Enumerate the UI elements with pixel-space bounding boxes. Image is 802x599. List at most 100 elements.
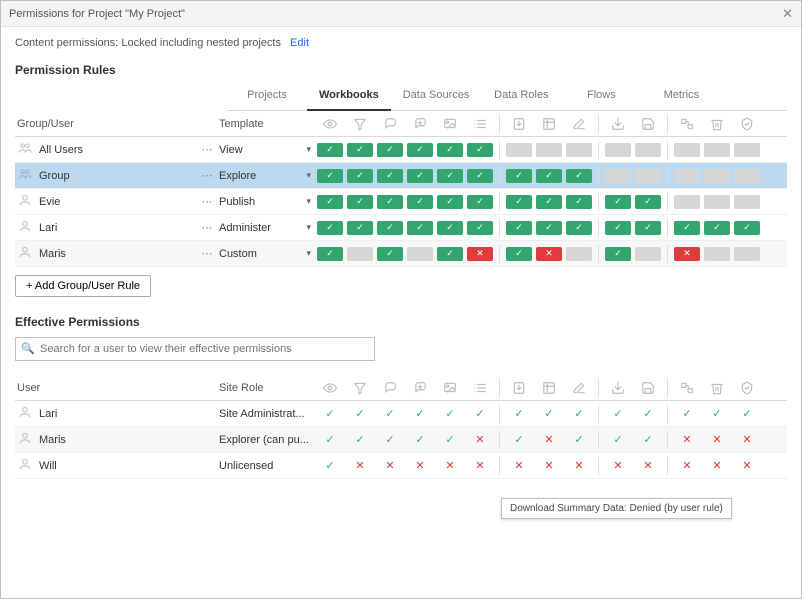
capability-cell[interactable] [674,169,700,183]
capability-cell[interactable]: ✓ [566,195,592,209]
capability-cell[interactable]: ✓ [506,169,532,183]
capability-cell[interactable] [704,169,730,183]
capability-cell[interactable]: ✓ [536,169,562,183]
rule-row[interactable]: Group⋯Explore▾✓✓✓✓✓✓✓✓✓ [15,163,787,189]
user-name: Lari [39,408,57,420]
capability-cell[interactable]: ✓ [437,221,463,235]
effective-row[interactable]: WillUnlicensed✓✕✕✕✕✕✕✕✕✕✕✕✕✕ [15,453,787,479]
capability-cell[interactable]: ✓ [566,221,592,235]
capability-cell[interactable] [635,247,661,261]
capability-cell[interactable] [635,169,661,183]
edit-content-permissions-link[interactable]: Edit [290,37,309,49]
template-select[interactable]: Publish▾ [219,196,311,208]
capability-cell[interactable] [566,143,592,157]
capability-cell[interactable]: ✓ [635,221,661,235]
capability-cell[interactable]: ✓ [377,143,403,157]
capability-cell[interactable]: ✓ [317,221,343,235]
capability-cell[interactable]: ✓ [377,247,403,261]
row-actions-menu[interactable]: ⋯ [195,247,219,260]
capability-cell[interactable]: ✓ [377,221,403,235]
row-actions-menu[interactable]: ⋯ [195,195,219,208]
capability-cell[interactable]: ✓ [347,169,373,183]
capability-cell[interactable]: ✓ [467,143,493,157]
capability-cell[interactable] [734,169,760,183]
rule-row[interactable]: Evie⋯Publish▾✓✓✓✓✓✓✓✓✓✓✓ [15,189,787,215]
effective-row[interactable]: MarisExplorer (can pu...✓✓✓✓✓✕✓✕✓✓✓✕✕✕ [15,427,787,453]
capability-cell[interactable]: ✓ [437,195,463,209]
capability-cell[interactable] [566,247,592,261]
capability-cell[interactable]: ✓ [674,221,700,235]
capability-cell[interactable]: ✓ [506,247,532,261]
capability-cell[interactable]: ✓ [437,143,463,157]
capability-cell[interactable]: ✓ [506,221,532,235]
capability-cell[interactable]: ✓ [536,195,562,209]
capability-cell[interactable]: ✓ [347,195,373,209]
tab-workbooks[interactable]: Workbooks [307,85,391,111]
capability-cell[interactable] [734,143,760,157]
capability-cell[interactable]: ✓ [605,195,631,209]
capability-cell[interactable] [734,247,760,261]
capability-cell[interactable]: ✓ [377,169,403,183]
capability-cell[interactable]: ✓ [347,143,373,157]
row-actions-menu[interactable]: ⋯ [195,221,219,234]
tab-projects[interactable]: Projects [227,85,307,110]
template-select[interactable]: Explore▾ [219,170,311,182]
capability-cell[interactable]: ✕ [536,247,562,261]
tab-data-sources[interactable]: Data Sources [391,85,482,110]
capability-cell[interactable] [674,195,700,209]
close-icon[interactable]: ✕ [782,6,793,22]
capability-cell[interactable]: ✓ [407,143,433,157]
capability-cell[interactable]: ✓ [347,221,373,235]
capability-cell[interactable]: ✓ [605,247,631,261]
capability-cell[interactable] [704,247,730,261]
capability-cell[interactable]: ✓ [407,195,433,209]
capability-cell[interactable]: ✓ [407,169,433,183]
capability-cell[interactable]: ✓ [467,169,493,183]
capability-cell[interactable] [674,143,700,157]
capability-cell[interactable] [506,143,532,157]
capability-cell[interactable] [704,195,730,209]
capability-cell[interactable] [635,143,661,157]
capability-cell[interactable]: ✓ [506,195,532,209]
capability-cell[interactable]: ✕ [467,247,493,261]
rule-row[interactable]: Maris⋯Custom▾✓✓✓✕✓✕✓✕ [15,241,787,267]
capability-cell[interactable]: ✓ [317,143,343,157]
capability-cell[interactable] [734,195,760,209]
capability-cell[interactable]: ✓ [467,195,493,209]
row-actions-menu[interactable]: ⋯ [195,143,219,156]
tab-data-roles[interactable]: Data Roles [481,85,561,110]
capability-cell[interactable] [704,143,730,157]
capability-cell[interactable] [407,247,433,261]
capability-cell[interactable] [605,143,631,157]
template-select[interactable]: Administer▾ [219,222,311,234]
effective-capability-cell: ✓ [437,407,463,421]
capability-cell[interactable] [347,247,373,261]
tab-flows[interactable]: Flows [561,85,641,110]
capability-cell[interactable]: ✓ [407,221,433,235]
capability-cell[interactable]: ✕ [674,247,700,261]
capability-cell[interactable]: ✓ [317,195,343,209]
effective-row[interactable]: LariSite Administrat...✓✓✓✓✓✓✓✓✓✓✓✓✓✓ [15,401,787,427]
capability-cell[interactable]: ✓ [536,221,562,235]
rule-row[interactable]: All Users⋯View▾✓✓✓✓✓✓ [15,137,787,163]
rule-row[interactable]: Lari⋯Administer▾✓✓✓✓✓✓✓✓✓✓✓✓✓✓ [15,215,787,241]
capability-cell[interactable] [605,169,631,183]
capability-cell[interactable]: ✓ [317,169,343,183]
add-group-user-rule-button[interactable]: + Add Group/User Rule [15,275,151,297]
capability-cell[interactable]: ✓ [704,221,730,235]
effective-search-input[interactable] [15,337,375,361]
tab-metrics[interactable]: Metrics [641,85,721,110]
template-select[interactable]: Custom▾ [219,248,311,260]
capability-cell[interactable]: ✓ [437,247,463,261]
capability-cell[interactable]: ✓ [437,169,463,183]
capability-cell[interactable]: ✓ [566,169,592,183]
capability-cell[interactable]: ✓ [734,221,760,235]
capability-cell[interactable]: ✓ [635,195,661,209]
capability-cell[interactable]: ✓ [317,247,343,261]
capability-cell[interactable]: ✓ [377,195,403,209]
row-actions-menu[interactable]: ⋯ [195,169,219,182]
capability-cell[interactable] [536,143,562,157]
template-select[interactable]: View▾ [219,144,311,156]
capability-cell[interactable]: ✓ [605,221,631,235]
capability-cell[interactable]: ✓ [467,221,493,235]
